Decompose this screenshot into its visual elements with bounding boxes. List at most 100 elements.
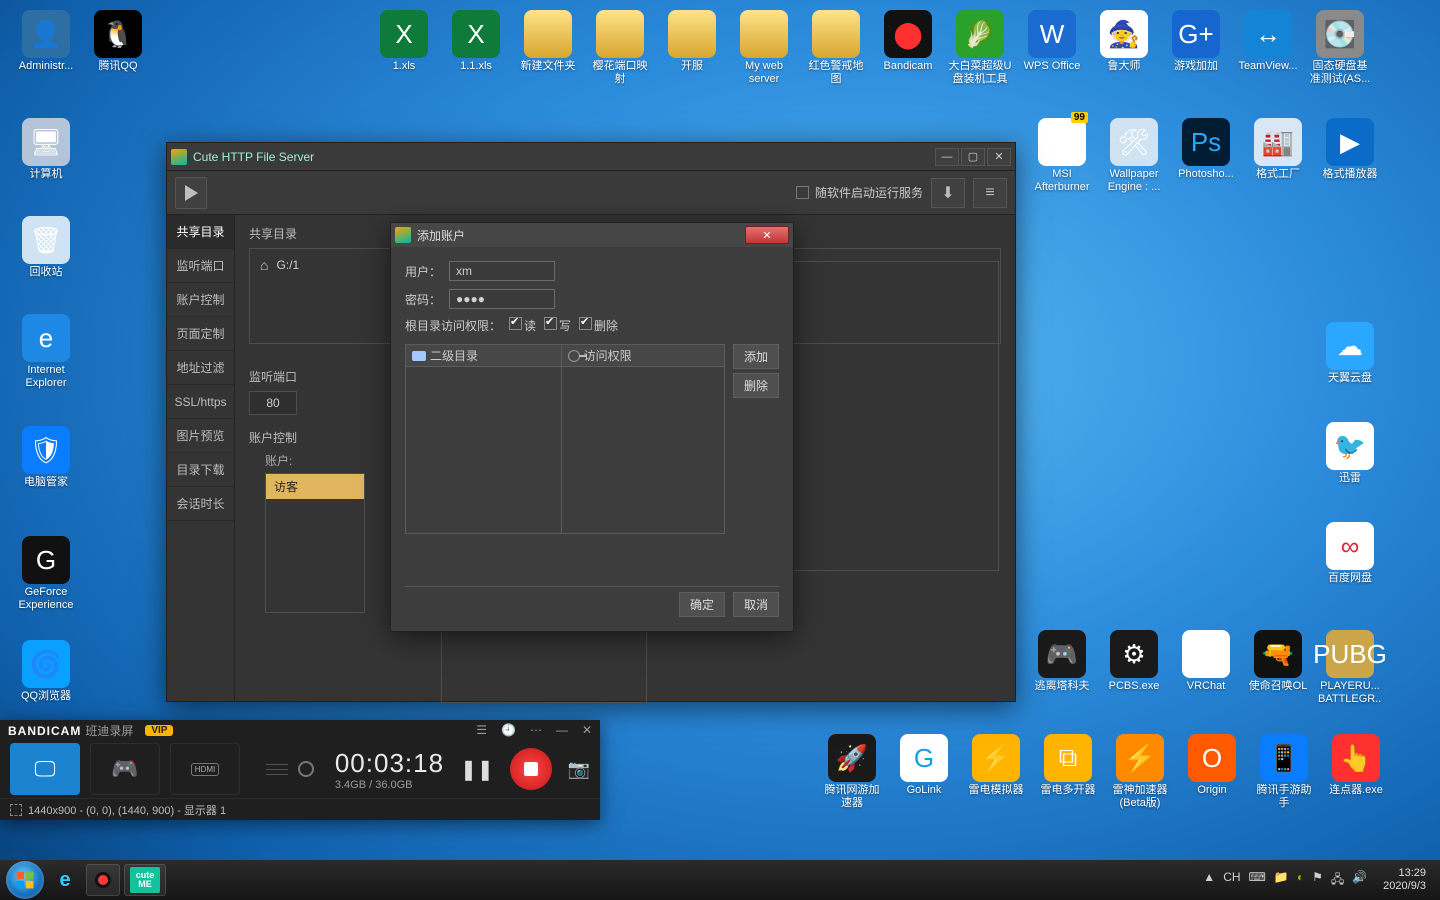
microphone-toggle[interactable] [266,764,288,775]
add-subdir-button[interactable]: 添加 [733,344,779,369]
desktop-icon[interactable]: 🥬大白菜超级U盘装机工具 [948,10,1012,86]
desktop-icon[interactable]: X1.1.xls [444,10,508,73]
nav-4[interactable]: 地址过滤 [167,351,234,385]
desktop-icon[interactable]: 📱腾讯手游助手 [1252,734,1316,810]
nav-1[interactable]: 监听端口 [167,249,234,283]
nav-3[interactable]: 页面定制 [167,317,234,351]
record-stop-button[interactable] [510,748,552,790]
desktop-icon[interactable]: 🛡电脑管家 [14,426,78,489]
minimize-icon[interactable]: — [556,723,568,737]
dialog-titlebar[interactable]: 添加账户 ✕ [391,223,793,247]
desktop-icon[interactable]: ∞百度网盘 [1318,522,1382,585]
port-input[interactable]: 80 [249,391,297,415]
nav-6[interactable]: 图片预览 [167,419,234,453]
desktop-icon[interactable]: ⚡雷电模拟器 [964,734,1028,797]
desktop-icon[interactable]: ↔TeamView... [1236,10,1300,73]
desktop-icon[interactable]: ⚡雷神加速器 (Beta版) [1108,734,1172,810]
password-input[interactable] [449,289,555,309]
desktop-icon[interactable]: 🧙鲁大师 [1092,10,1156,73]
desktop-icon[interactable]: 开服 [660,10,724,73]
desktop-icon[interactable]: 🎮逃离塔科夫 [1030,630,1094,693]
taskbar-ie[interactable]: e [48,864,82,896]
desktop-icon[interactable]: 红色警戒地图 [804,10,868,86]
desktop-icon[interactable]: WWPS Office [1020,10,1084,73]
settings-icon[interactable]: ⋯ [530,723,542,737]
desktop-icon[interactable]: GGoLink [892,734,956,797]
chfs-titlebar[interactable]: Cute HTTP File Server — ▢ ✕ [167,143,1015,171]
desktop-icon[interactable]: G+游戏加加 [1164,10,1228,73]
taskbar-clock[interactable]: 13:29 2020/9/3 [1383,867,1426,893]
desktop-icon[interactable]: ⚙PCBS.exe [1102,630,1166,693]
desktop-icon[interactable]: 🔫使命召唤OL [1246,630,1310,693]
cancel-button[interactable]: 取消 [733,592,779,617]
desktop-icon[interactable]: ☁天翼云盘 [1318,322,1382,385]
start-service-button[interactable] [175,177,207,209]
nav-0[interactable]: 共享目录 [167,215,234,249]
nav-7[interactable]: 目录下载 [167,453,234,487]
nav-8[interactable]: 会话时长 [167,487,234,521]
account-list[interactable]: 访客 [265,473,365,613]
desktop-icon[interactable]: 🐧腾讯QQ [86,10,150,73]
taskbar-chfs[interactable]: cuteME [124,864,166,896]
download-button[interactable]: ⬇ [931,178,965,208]
desktop-icon[interactable]: PUBGPLAYERU... BATTLEGR... [1318,630,1382,706]
desktop-icon[interactable]: ⧉雷电多开器 [1036,734,1100,797]
nav-2[interactable]: 账户控制 [167,283,234,317]
menu-button[interactable]: ≡ [973,178,1007,208]
desktop-icon[interactable]: 👤Administr... [14,10,78,73]
desktop-icon[interactable]: 🏭格式工厂 [1246,118,1310,181]
mode-device-button[interactable]: HDMI [170,743,240,795]
close-button[interactable]: ✕ [987,148,1011,166]
user-input[interactable] [449,261,555,281]
mode-game-button[interactable]: 🎮 [90,743,160,795]
desktop-icon[interactable]: 💽固态硬盘基准测试(AS... [1308,10,1372,86]
history-icon[interactable]: ☰ [476,723,487,737]
perm-read-checkbox[interactable]: 读 [509,317,536,334]
tray-action-center-icon[interactable]: ⚑ [1312,870,1323,891]
desktop-icon[interactable]: 🛠Wallpaper Engine : ... [1102,118,1166,194]
desktop-icon[interactable]: VRVRChat [1174,630,1238,693]
tray-lang[interactable]: CH [1223,870,1240,891]
account-item-guest[interactable]: 访客 [266,474,364,499]
desktop-icon[interactable]: PsPhotosho... [1174,118,1238,181]
snapshot-button[interactable]: 📷 [568,759,590,780]
perm-write-checkbox[interactable]: 写 [544,317,571,334]
region-icon[interactable] [10,804,22,816]
tray-expand-icon[interactable]: ▲ [1203,870,1215,891]
close-icon[interactable]: ✕ [582,723,592,737]
autostart-checkbox[interactable]: 随软件启动运行服务 [796,184,923,201]
clock-icon[interactable]: 🕘 [501,723,516,737]
pause-button[interactable]: ❚❚ [460,757,494,782]
minimize-button[interactable]: — [935,148,959,166]
mode-screen-button[interactable]: 🖵 [10,743,80,795]
desktop-icon[interactable]: 🖥计算机 [14,118,78,181]
tray-nvidia-icon[interactable]: ◐ [1297,870,1304,891]
desktop-icon[interactable]: 🐦迅雷 [1318,422,1382,485]
desktop-icon[interactable]: 樱花端口映射 [588,10,652,86]
desktop-icon[interactable]: ▶格式播放器 [1318,118,1382,181]
desktop-icon[interactable]: ⬤Bandicam [876,10,940,73]
start-button[interactable] [6,861,44,899]
dialog-close-button[interactable]: ✕ [745,226,789,244]
remove-subdir-button[interactable]: 删除 [733,373,779,398]
ok-button[interactable]: 确定 [679,592,725,617]
desktop-icon[interactable]: GGeForce Experience [14,536,78,612]
desktop-icon[interactable]: eInternet Explorer [14,314,78,390]
tray-network-icon[interactable]: 🖧 [1331,870,1344,891]
desktop-icon[interactable]: 🚀腾讯网游加速器 [820,734,884,810]
perm-delete-checkbox[interactable]: 删除 [579,317,618,334]
desktop-icon[interactable]: X1.xls [372,10,436,73]
nav-5[interactable]: SSL/https [167,385,234,419]
system-tray[interactable]: ▲ CH ⌨ 📁 ◐ ⚑ 🖧 🔊 [1203,870,1367,891]
tray-volume-icon[interactable]: 🔊 [1352,870,1367,891]
desktop-icon[interactable]: 新建文件夹 [516,10,580,73]
taskbar-bandicam[interactable] [86,864,120,896]
desktop-icon[interactable]: OOrigin [1180,734,1244,797]
webcam-toggle[interactable] [298,761,314,777]
desktop-icon[interactable]: 🗑回收站 [14,216,78,279]
desktop-icon[interactable]: My web server [732,10,796,86]
desktop-icon[interactable]: 99✈MSI Afterburner [1030,118,1094,194]
maximize-button[interactable]: ▢ [961,148,985,166]
tray-ime-icon[interactable]: ⌨ [1249,870,1266,891]
desktop-icon[interactable]: 🌀QQ浏览器 [14,640,78,703]
